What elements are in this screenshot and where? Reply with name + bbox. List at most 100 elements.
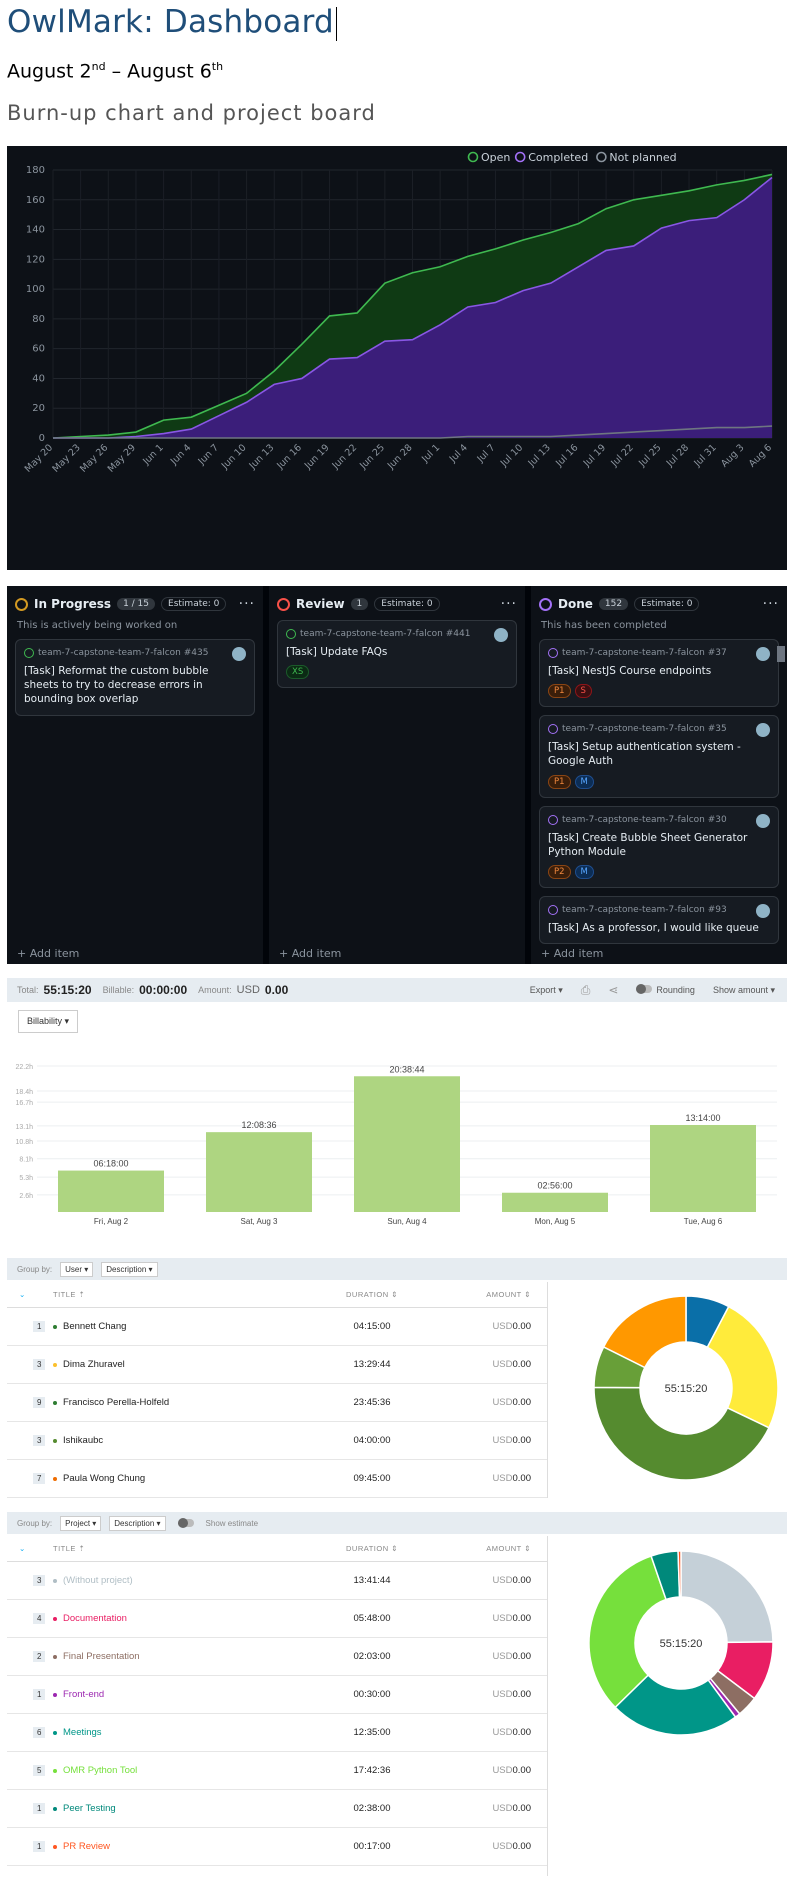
currency: USD [492, 1841, 513, 1852]
row-duration: 13:29:44 [353, 1359, 391, 1370]
label-badge: S [574, 684, 592, 699]
billability-dropdown[interactable]: Billability ▾ [18, 1010, 79, 1033]
bar-value-label: 06:18:00 [93, 1159, 128, 1169]
title-header[interactable]: TITLE ⇡ [53, 1544, 317, 1553]
title-header[interactable]: TITLE ⇡ [53, 1290, 317, 1299]
share-icon[interactable]: ⋖ [608, 983, 618, 997]
row-name: Meetings [63, 1727, 102, 1738]
issue-card[interactable]: team-7-capstone-team-7-falcon #37 [Task] … [539, 639, 779, 708]
entry-count-badge: 2 [33, 1651, 46, 1662]
row-amount: USD0.00 [427, 1689, 547, 1700]
table-row[interactable]: 7 Paula Wong Chung 09:45:00 USD0.00 [7, 1460, 547, 1498]
amount-label: Amount: [198, 985, 232, 995]
status-ring-icon [15, 597, 28, 611]
status-ring-icon [539, 597, 552, 611]
entry-count-badge: 7 [33, 1473, 46, 1484]
issue-card[interactable]: team-7-capstone-team-7-falcon #93 [Task] … [539, 895, 779, 945]
y-tick-label: 160 [26, 195, 45, 206]
table-row[interactable]: 1 Front-end 00:30:00 USD0.00 [7, 1676, 547, 1714]
x-tick-label: Jul 10 [498, 442, 525, 469]
y-tick-label: 2.6h [19, 1193, 33, 1200]
add-item-button[interactable]: + Add item [17, 947, 79, 960]
document-title[interactable]: OwlMark: Dashboard [7, 4, 337, 41]
entry-count: 1 [33, 1689, 53, 1700]
group-project-select[interactable]: Project ▾ [60, 1515, 102, 1531]
issue-title[interactable]: [Task] As a professor, I would like queu… [548, 921, 770, 935]
y-tick-label: 18.4h [15, 1089, 33, 1096]
divider [547, 1282, 548, 1498]
table-row[interactable]: 4 Documentation 05:48:00 USD0.00 [7, 1600, 547, 1638]
issue-title[interactable]: [Task] Reformat the custom bubble sheets… [24, 664, 246, 707]
issue-card[interactable]: team-7-capstone-team-7-falcon #30 [Task] … [539, 805, 779, 888]
donut-total-label: 55:15:20 [660, 1638, 703, 1650]
amount-header[interactable]: AMOUNT ⇕ [427, 1544, 547, 1553]
expand-chevron-icon[interactable]: ⌄ [7, 1290, 33, 1299]
table-row[interactable]: 1 Peer Testing 02:38:00 USD0.00 [7, 1790, 547, 1828]
bar [650, 1124, 756, 1212]
bar [206, 1132, 312, 1212]
group-user-select[interactable]: User ▾ [60, 1261, 94, 1277]
y-tick-label: 13.1h [15, 1124, 33, 1131]
x-tick-label: Sun, Aug 4 [387, 1217, 427, 1226]
row-name: (Without project) [63, 1575, 133, 1586]
more-options-icon[interactable]: ··· [501, 596, 517, 612]
issue-reference: team-7-capstone-team-7-falcon #37 [562, 648, 727, 658]
color-dot [53, 1578, 57, 1583]
more-options-icon[interactable]: ··· [763, 596, 779, 612]
x-tick-label: May 23 [50, 442, 82, 474]
issue-title[interactable]: [Task] Update FAQs [286, 645, 508, 659]
row-duration: 17:42:36 [353, 1765, 391, 1776]
toggle-switch[interactable] [636, 984, 653, 994]
closed-issue-icon [548, 724, 558, 735]
export-button[interactable]: Export ▾ [530, 985, 563, 996]
issue-card[interactable]: team-7-capstone-team-7-falcon #441 [Task]… [277, 620, 517, 689]
group-description-select[interactable]: Description ▾ [101, 1261, 158, 1277]
expand-chevron-icon[interactable]: ⌄ [7, 1544, 33, 1553]
table-row[interactable]: 3 Ishikaubc 04:00:00 USD0.00 [7, 1422, 547, 1460]
x-tick-label: Jul 22 [609, 442, 636, 469]
table-row[interactable]: 2 Final Presentation 02:03:00 USD0.00 [7, 1638, 547, 1676]
table-row[interactable]: 3 (Without project) 13:41:44 USD0.00 [7, 1562, 547, 1600]
entry-count-badge: 9 [33, 1397, 46, 1408]
more-options-icon[interactable]: ··· [239, 596, 255, 612]
x-tick-label: Jul 31 [692, 442, 719, 469]
table-row[interactable]: 5 OMR Python Tool 17:42:36 USD0.00 [7, 1752, 547, 1790]
group-description-select[interactable]: Description ▾ [109, 1515, 166, 1531]
rounding-label: Rounding [656, 985, 695, 995]
table-row[interactable]: 9 Francisco Perella-Holfeld 23:45:36 USD0.0… [7, 1384, 547, 1422]
table-header: ⌄ TITLE ⇡ DURATION ⇕ AMOUNT ⇕ [7, 1536, 547, 1562]
add-item-button[interactable]: + Add item [279, 947, 341, 960]
table-row[interactable]: 1 PR Review 00:17:00 USD0.00 [7, 1828, 547, 1866]
x-tick-label: Jun 1 [140, 442, 165, 467]
issue-title[interactable]: [Task] Create Bubble Sheet Generator Pyt… [548, 831, 770, 859]
issue-card[interactable]: team-7-capstone-team-7-falcon #435 [Task]… [15, 639, 255, 716]
add-item-button[interactable]: + Add item [541, 947, 603, 960]
issue-reference: team-7-capstone-team-7-falcon #441 [300, 629, 471, 639]
legend-swatch [596, 151, 607, 163]
issue-title[interactable]: [Task] Setup authentication system - Goo… [548, 740, 770, 768]
show-amount-dropdown[interactable]: Show amount ▾ [713, 985, 775, 996]
issue-title[interactable]: [Task] NestJS Course endpoints [548, 664, 770, 678]
card-meta: team-7-capstone-team-7-falcon #30 [548, 814, 770, 825]
rounding-toggle[interactable]: Rounding [636, 984, 695, 995]
scrollbar[interactable] [777, 646, 785, 662]
issue-card[interactable]: team-7-capstone-team-7-falcon #35 [Task] … [539, 715, 779, 798]
duration-header[interactable]: DURATION ⇕ [317, 1290, 427, 1299]
row-duration: 13:41:44 [353, 1575, 391, 1586]
avatar [756, 903, 770, 918]
show-estimate-toggle[interactable] [177, 1518, 194, 1528]
currency: USD [492, 1435, 513, 1446]
row-name: Francisco Perella-Holfeld [63, 1397, 170, 1408]
y-tick-label: 100 [26, 284, 45, 295]
x-tick-label: Jul 16 [553, 442, 580, 469]
open-issue-icon [286, 629, 296, 639]
label-list: P2 M [548, 864, 770, 879]
table-row[interactable]: 1 Bennett Chang 04:15:00 USD0.00 [7, 1308, 547, 1346]
table-row[interactable]: 6 Meetings 12:35:00 USD0.00 [7, 1714, 547, 1752]
duration-header[interactable]: DURATION ⇕ [317, 1544, 427, 1553]
divider [547, 1536, 548, 1876]
date-start-sup: nd [91, 60, 106, 73]
amount-header[interactable]: AMOUNT ⇕ [427, 1290, 547, 1299]
print-icon[interactable]: ⎙ [581, 983, 591, 998]
table-row[interactable]: 3 Dima Zhuravel 13:29:44 USD0.00 [7, 1346, 547, 1384]
